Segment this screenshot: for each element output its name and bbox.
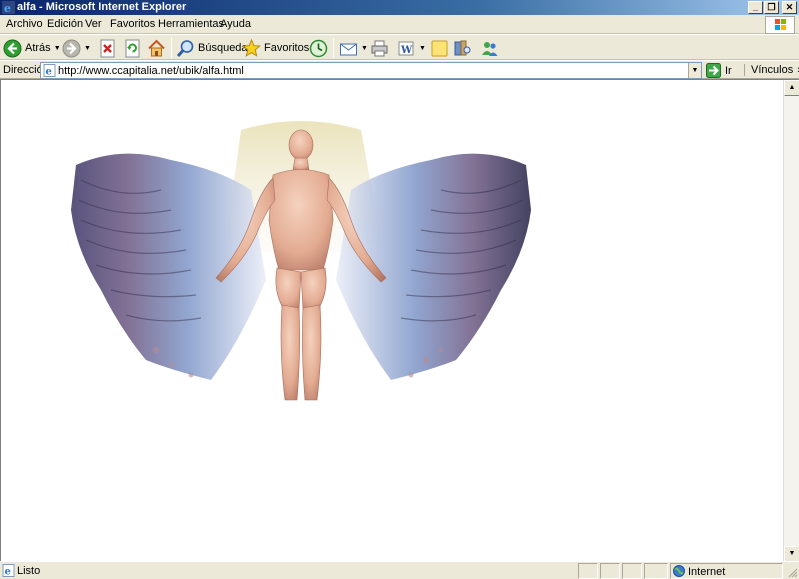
search-icon [176,39,194,57]
windows-logo [765,16,795,34]
status-panel [644,563,668,579]
home-icon [148,39,165,56]
scroll-down-icon[interactable]: ▼ [784,546,799,562]
menu-edicion[interactable]: Edición [47,18,83,31]
history-button[interactable] [309,37,328,59]
resize-grip-icon[interactable] [786,566,798,578]
minimize-button[interactable]: _ [748,1,763,14]
research-button[interactable] [453,37,472,59]
status-panel [578,563,598,579]
page-status-icon: e [2,564,15,577]
mail-icon [340,43,357,55]
search-label: Búsqueda [198,42,248,54]
edit-icon: W [398,41,414,56]
status-bar: e Listo Internet [0,561,799,579]
close-button[interactable]: ✕ [782,1,797,14]
refresh-icon [125,39,140,57]
go-label: Ir [725,64,732,77]
svg-text:e: e [5,567,11,578]
mail-dropdown-icon[interactable]: ▼ [361,45,368,52]
status-panel [600,563,620,579]
menu-ver[interactable]: Ver [85,18,102,31]
print-icon [371,40,388,56]
menu-bar: Archivo Edición Ver Favoritos Herramient… [0,15,799,34]
messenger-icon [482,41,498,56]
figure-artwork-image [71,121,531,401]
history-icon [309,39,328,57]
back-label: Atrás [25,42,51,54]
favorites-icon [242,38,261,57]
messenger-button[interactable] [480,37,499,59]
svg-text:W: W [400,45,413,56]
back-icon [3,39,22,57]
favorites-button[interactable]: Favoritos [242,37,309,59]
address-url: http://www.ccapitalia.net/ubik/alfa.html [58,65,244,77]
links-label: Vínculos [751,64,794,76]
go-icon [706,63,721,78]
favorites-label: Favoritos [264,42,310,54]
page-icon: e [43,64,56,77]
standard-toolbar: Atrás ▼ ▼ Búsqueda Favoritos ▼ W ▼ [0,34,799,60]
window-title: alfa - Microsoft Internet Explorer [17,1,187,13]
links-toolbar[interactable]: Vínculos» [744,64,799,76]
svg-text:e: e [4,2,11,14]
menu-favoritos[interactable]: Favoritos [110,18,155,31]
restore-button[interactable]: ❐ [764,1,779,14]
globe-icon [673,565,685,577]
forward-dropdown-icon[interactable]: ▼ [84,45,91,52]
forward-icon [62,39,81,57]
discuss-button[interactable] [430,37,449,59]
back-button[interactable]: Atrás ▼ [3,37,61,59]
scroll-up-icon[interactable]: ▲ [784,80,799,96]
menu-ayuda[interactable]: Ayuda [220,18,251,31]
page-content: ▲ ▼ [0,79,799,562]
search-button[interactable]: Búsqueda [176,37,248,59]
address-bar: Dirección e http://www.ccapitalia.net/ub… [0,60,799,79]
address-dropdown-icon[interactable]: ▼ [688,63,701,78]
go-button[interactable]: Ir [706,62,732,79]
edit-dropdown-icon[interactable]: ▼ [419,45,426,52]
browser-window: e alfa - Microsoft Internet Explorer _ ❐… [0,0,799,579]
ie-icon: e [2,1,15,14]
refresh-button[interactable] [123,37,142,59]
address-input[interactable]: e http://www.ccapitalia.net/ubik/alfa.ht… [40,62,702,79]
status-text: Listo [17,565,41,577]
menu-archivo[interactable]: Archivo [6,18,43,31]
status-panel [622,563,642,579]
back-dropdown-icon[interactable]: ▼ [54,45,61,52]
vertical-scrollbar[interactable]: ▲ ▼ [783,80,799,562]
security-zone[interactable]: Internet [670,563,783,579]
zone-label: Internet [688,566,726,578]
edit-button[interactable]: W ▼ [397,37,426,59]
print-button[interactable] [370,37,389,59]
menu-herramientas[interactable]: Herramientas [158,18,224,31]
research-icon [454,40,471,55]
svg-text:e: e [46,67,52,78]
discuss-icon [431,40,448,56]
title-bar[interactable]: e alfa - Microsoft Internet Explorer _ ❐… [0,0,799,15]
forward-button[interactable]: ▼ [62,37,91,59]
stop-icon [100,39,115,57]
mail-button[interactable]: ▼ [339,37,368,59]
home-button[interactable] [147,37,166,59]
stop-button[interactable] [98,37,117,59]
